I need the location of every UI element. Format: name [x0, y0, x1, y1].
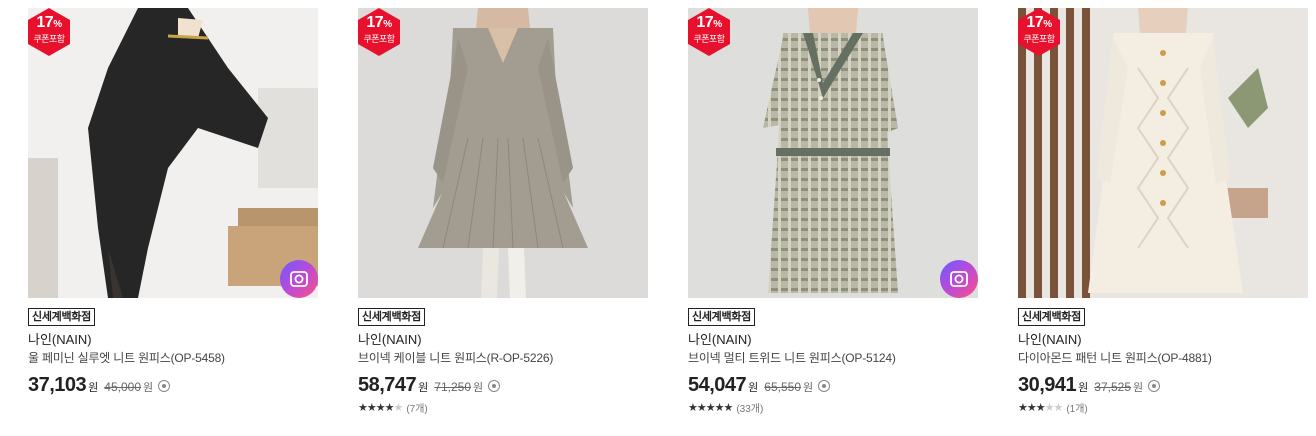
- discount-badge: 17% 쿠폰포함: [1018, 8, 1060, 56]
- original-price-unit: 원: [1133, 382, 1144, 394]
- original-price-unit: 원: [803, 382, 814, 394]
- review-count: (33개): [736, 403, 764, 415]
- star-rating-icon: ★★★★★: [688, 401, 733, 414]
- sale-price: 58,747: [358, 374, 417, 396]
- coupon-included-label: 쿠폰포함: [1023, 34, 1055, 44]
- original-price: 45,000: [104, 380, 141, 394]
- coupon-included-label: 쿠폰포함: [693, 34, 725, 44]
- discount-percent: 17%: [696, 14, 722, 31]
- product-name[interactable]: 브이넥 케이블 니트 원피스(R-OP-5226): [358, 350, 648, 366]
- discount-percent: 17%: [1026, 14, 1052, 31]
- price-info-icon[interactable]: [488, 380, 501, 392]
- rating[interactable]: ★★★★★ (33개): [688, 400, 978, 415]
- original-price: 37,525: [1094, 380, 1131, 394]
- price-unit: 원: [88, 382, 99, 394]
- sale-price: 54,047: [688, 374, 747, 396]
- product-grid: 17% 쿠폰포함 신세계백화점 나인(NAIN) 울 페미닌 실루엣 니트 원피…: [28, 8, 1316, 436]
- price-unit: 원: [1078, 382, 1089, 394]
- sale-price: 30,941: [1018, 374, 1077, 396]
- price-row: 37,103 원 45,000 원: [28, 374, 318, 398]
- brand-name[interactable]: 나인(NAIN): [358, 332, 648, 348]
- discount-badge: 17% 쿠폰포함: [358, 8, 400, 56]
- coupon-included-label: 쿠폰포함: [363, 34, 395, 44]
- product-card[interactable]: 17% 쿠폰포함 신세계백화점 나인(NAIN) 울 페미닌 실루엣 니트 원피…: [28, 8, 318, 398]
- discount-badge: 17% 쿠폰포함: [688, 8, 730, 56]
- product-image[interactable]: 17% 쿠폰포함: [688, 8, 978, 298]
- product-card[interactable]: 17% 쿠폰포함 신세계백화점 나인(NAIN) 브이넥 멀티 트위드 니트 원…: [688, 8, 978, 415]
- brand-name[interactable]: 나인(NAIN): [28, 332, 318, 348]
- price-unit: 원: [748, 382, 759, 394]
- price-row: 58,747 원 71,250 원: [358, 374, 648, 398]
- original-price-unit: 원: [143, 382, 154, 394]
- original-price: 65,550: [764, 380, 801, 394]
- price-info-icon[interactable]: [818, 380, 831, 392]
- discount-badge: 17% 쿠폰포함: [28, 8, 70, 56]
- brand-name[interactable]: 나인(NAIN): [1018, 332, 1308, 348]
- original-price: 71,250: [434, 380, 471, 394]
- discount-percent: 17%: [366, 14, 392, 31]
- price-row: 30,941 원 37,525 원: [1018, 374, 1308, 398]
- store-tag: 신세계백화점: [358, 308, 425, 326]
- review-count: (7개): [406, 403, 428, 415]
- product-name[interactable]: 브이넥 멀티 트위드 니트 원피스(OP-5124): [688, 350, 978, 366]
- rating[interactable]: ★★★★★ (1개): [1018, 400, 1308, 415]
- store-tag: 신세계백화점: [1018, 308, 1085, 326]
- camera-icon[interactable]: [940, 260, 978, 298]
- sale-price: 37,103: [28, 374, 87, 396]
- store-tag: 신세계백화점: [28, 308, 95, 326]
- product-card[interactable]: 17% 쿠폰포함 신세계백화점 나인(NAIN) 다이아몬드 패턴 니트 원피스…: [1018, 8, 1308, 415]
- brand-name[interactable]: 나인(NAIN): [688, 332, 978, 348]
- price-unit: 원: [418, 382, 429, 394]
- store-tag: 신세계백화점: [688, 308, 755, 326]
- star-rating-icon: ★★★★★: [358, 401, 403, 414]
- original-price-unit: 원: [473, 382, 484, 394]
- product-image[interactable]: 17% 쿠폰포함: [28, 8, 318, 298]
- product-name[interactable]: 다이아몬드 패턴 니트 원피스(OP-4881): [1018, 350, 1308, 366]
- price-info-icon[interactable]: [1148, 380, 1161, 392]
- camera-icon[interactable]: [280, 260, 318, 298]
- product-name[interactable]: 울 페미닌 실루엣 니트 원피스(OP-5458): [28, 350, 318, 366]
- review-count: (1개): [1066, 403, 1088, 415]
- product-image[interactable]: 17% 쿠폰포함: [1018, 8, 1308, 298]
- product-card[interactable]: 17% 쿠폰포함 신세계백화점 나인(NAIN) 브이넥 케이블 니트 원피스(…: [358, 8, 648, 415]
- price-row: 54,047 원 65,550 원: [688, 374, 978, 398]
- price-info-icon[interactable]: [158, 380, 171, 392]
- coupon-included-label: 쿠폰포함: [33, 34, 65, 44]
- discount-percent: 17%: [36, 14, 62, 31]
- rating[interactable]: ★★★★★ (7개): [358, 400, 648, 415]
- star-rating-icon: ★★★★★: [1018, 401, 1063, 414]
- product-image[interactable]: 17% 쿠폰포함: [358, 8, 648, 298]
